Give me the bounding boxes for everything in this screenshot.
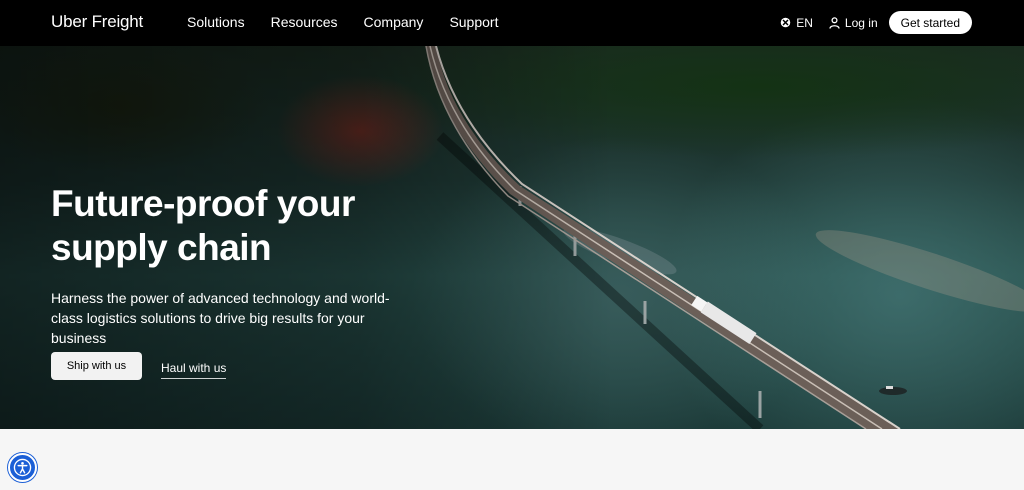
nav-company[interactable]: Company — [364, 14, 424, 30]
accessibility-icon — [13, 458, 32, 477]
hero-section: Future-proof your supply chain Harness t… — [0, 46, 1024, 429]
uber-freight-logo[interactable]: Uber Freight — [51, 12, 143, 32]
header-actions: EN Log in Get started — [780, 11, 972, 34]
hero-subtext: Harness the power of advanced technology… — [51, 290, 390, 346]
hero-headline: Future-proof your supply chain — [51, 183, 355, 268]
language-selector[interactable]: EN — [780, 16, 813, 30]
ship-with-us-button[interactable]: Ship with us — [51, 352, 142, 380]
nav-support[interactable]: Support — [449, 14, 498, 30]
person-icon — [829, 16, 840, 29]
login-link[interactable]: Log in — [829, 16, 878, 30]
nav-resources[interactable]: Resources — [271, 14, 338, 30]
main-nav: Solutions Resources Company Support — [187, 14, 524, 30]
login-label: Log in — [844, 15, 878, 30]
nav-solutions[interactable]: Solutions — [187, 14, 245, 30]
language-label: EN — [796, 15, 813, 30]
accessibility-button[interactable] — [8, 453, 37, 482]
top-nav-bar: Uber Freight Solutions Resources Company… — [0, 0, 1024, 46]
globe-icon — [780, 17, 791, 28]
get-started-button[interactable]: Get started — [888, 11, 972, 34]
haul-with-us-link[interactable]: Haul with us — [161, 361, 227, 379]
